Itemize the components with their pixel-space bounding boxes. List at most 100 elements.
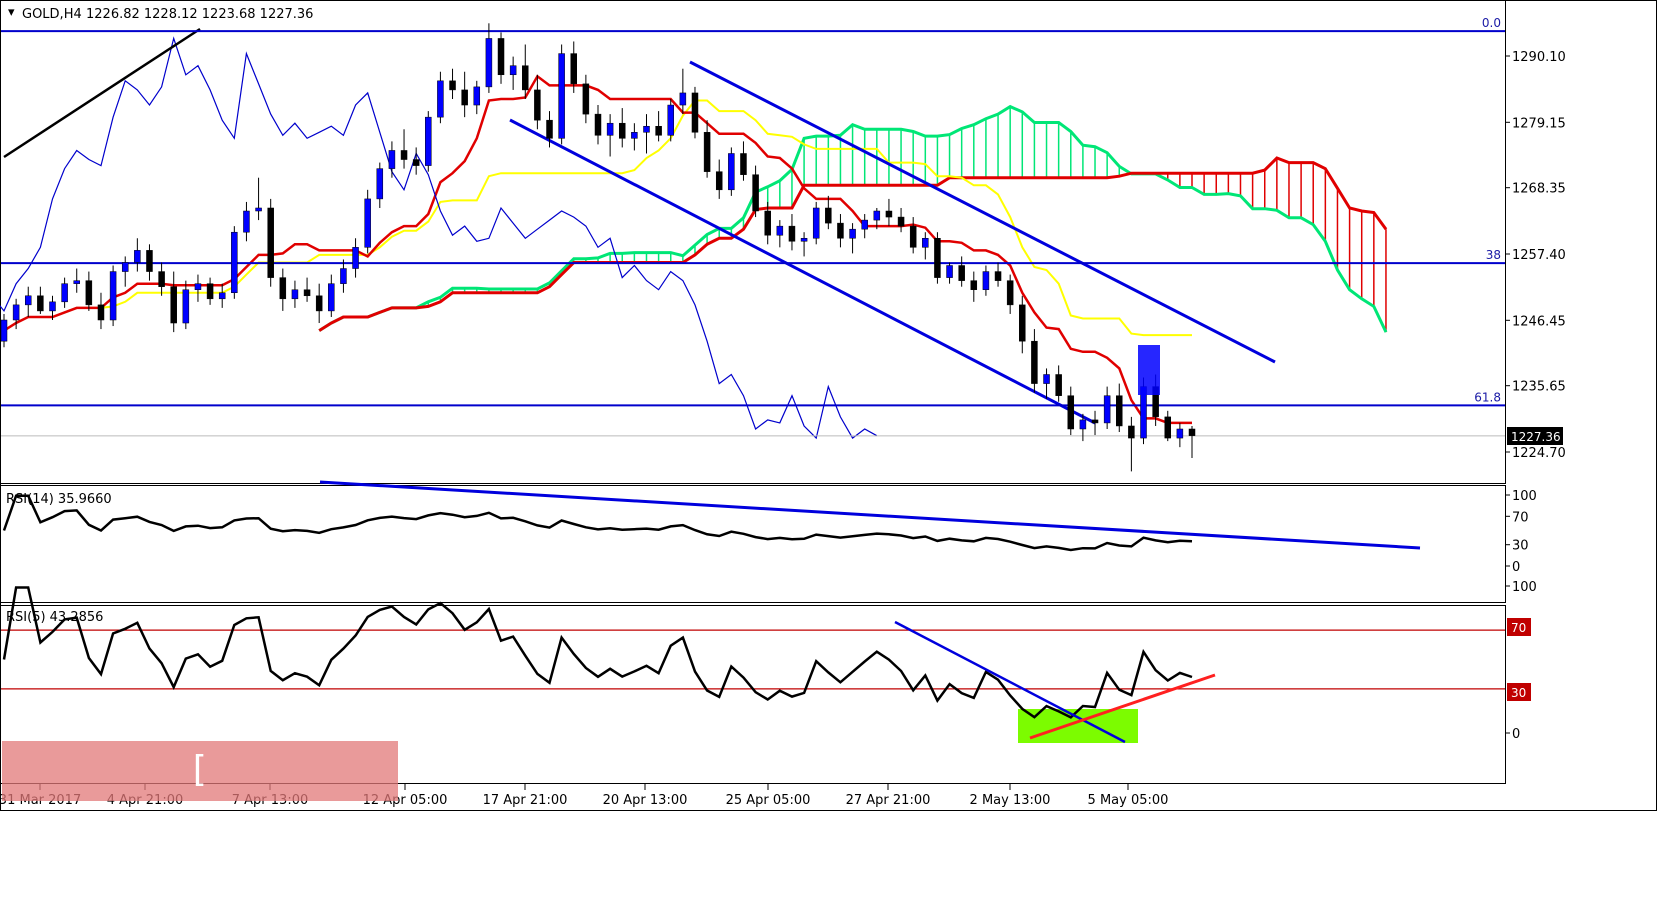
candle-bear [958, 265, 965, 281]
candle-bull [437, 80, 444, 118]
candle-bull [49, 301, 56, 312]
candle-bull [218, 292, 226, 300]
candle-bull [376, 168, 384, 200]
price-tick-label: 1246.45 [1512, 314, 1566, 329]
candle-bear [170, 286, 177, 324]
fib-level-label: 0.0 [1482, 16, 1501, 30]
candle-bear [594, 113, 602, 136]
candle-bear [1116, 395, 1123, 427]
candle-bear [764, 210, 771, 236]
rsi5-level-70-label: 70 [1511, 621, 1526, 635]
candle-bear [885, 210, 893, 218]
candle-bear [303, 289, 311, 297]
candle-bear [449, 80, 456, 91]
candle-bear [267, 207, 274, 278]
candle-bull [509, 65, 517, 76]
candle-bear [85, 280, 93, 306]
instaforex-watermark: [ www.instaforex.com ] [2, 741, 398, 906]
candle-bear [582, 83, 590, 115]
candle-bull [861, 219, 868, 230]
candle-bull [1176, 428, 1184, 439]
candle-bear [522, 65, 529, 91]
candle-bull [728, 153, 735, 191]
candle-bull [982, 271, 990, 290]
price-tick-label: 1290.10 [1512, 50, 1566, 65]
candle-bear [994, 271, 1002, 281]
candle-bear [788, 225, 796, 242]
rsi5-title: RSI(5) 43.2856 [6, 610, 103, 625]
candle-bear [752, 174, 759, 212]
candle-bull [946, 265, 953, 278]
candle-bull [12, 304, 20, 321]
rsi14-tick-label: 30 [1512, 539, 1529, 554]
time-tick-label: 25 Apr 05:00 [726, 793, 811, 808]
candle-bull [1043, 374, 1050, 384]
candle-bull [667, 104, 674, 136]
candle-bull [631, 132, 638, 139]
candle-bull [243, 210, 250, 233]
candle-bear [1091, 419, 1099, 424]
time-tick-label: 20 Apr 13:00 [603, 793, 688, 808]
rsi5-tick-label: 0 [1512, 727, 1520, 742]
candle-bear [158, 271, 165, 287]
candle-bull [121, 262, 129, 272]
candle-bull [922, 238, 929, 248]
candle-bull [340, 268, 347, 284]
highlight-box [1138, 345, 1160, 395]
candle-bull [73, 280, 80, 284]
candle-bear [703, 132, 711, 172]
rsi5-tick-label: 100 [1512, 580, 1537, 595]
candle-bear [279, 277, 287, 300]
chart-symbol: GOLD,H4 [22, 7, 82, 22]
candle-bull [24, 295, 32, 306]
price-tick-label: 1268.35 [1512, 182, 1566, 197]
candle-bull [1079, 419, 1087, 430]
candle-bull [182, 289, 190, 324]
price-tick-label: 1257.40 [1512, 248, 1566, 263]
candle-bear [1164, 416, 1172, 439]
candle-bull [849, 228, 856, 239]
candle-bear [740, 153, 747, 175]
candle-bull [800, 238, 808, 242]
candle-bull [679, 92, 687, 106]
candle-bear [897, 216, 905, 227]
candle-bear [825, 207, 832, 224]
rsi14-tick-label: 0 [1512, 560, 1520, 575]
candle-bear [1067, 395, 1075, 430]
symbol-menu-arrow[interactable]: ▾ [8, 5, 15, 20]
candle-bull [812, 207, 820, 239]
time-tick-label: 17 Apr 21:00 [483, 793, 568, 808]
candle-bear [934, 238, 941, 278]
candle-bear [412, 159, 420, 166]
candle-bull [328, 283, 335, 312]
rsi14-title: RSI(14) 35.9660 [6, 492, 112, 507]
candle-bear [691, 92, 699, 133]
candle-bull [558, 53, 565, 139]
candle-bull [291, 289, 299, 300]
candle-bear [497, 38, 505, 76]
rsi5-level-30-label: 30 [1511, 686, 1526, 700]
price-tick-label: 1235.65 [1512, 380, 1566, 395]
candle-bear [1055, 374, 1062, 396]
fib-level-label: 38 [1486, 248, 1501, 262]
candle-bear [461, 89, 468, 106]
candle-bull [109, 271, 117, 321]
candle-bear [400, 150, 408, 160]
rsi14-tick-label: 70 [1512, 510, 1529, 525]
time-tick-label: 27 Apr 21:00 [846, 793, 931, 808]
candle-bear [146, 250, 153, 272]
candle-bear [909, 225, 917, 248]
candle-bear [1006, 280, 1014, 306]
candle-bull [194, 283, 202, 290]
candle-bear [655, 125, 662, 136]
candle-bear [1019, 304, 1026, 342]
price-tick-label: 1224.70 [1512, 446, 1566, 461]
candle-bull [134, 250, 141, 263]
candle-bull [485, 38, 493, 88]
fib-level-label: 61.8 [1474, 390, 1501, 404]
candle-bear [618, 122, 626, 139]
candle-bear [570, 53, 578, 85]
candle-bull [352, 247, 359, 269]
time-tick-label: 5 May 05:00 [1088, 793, 1169, 808]
price-tick-label: 1279.15 [1512, 116, 1566, 131]
